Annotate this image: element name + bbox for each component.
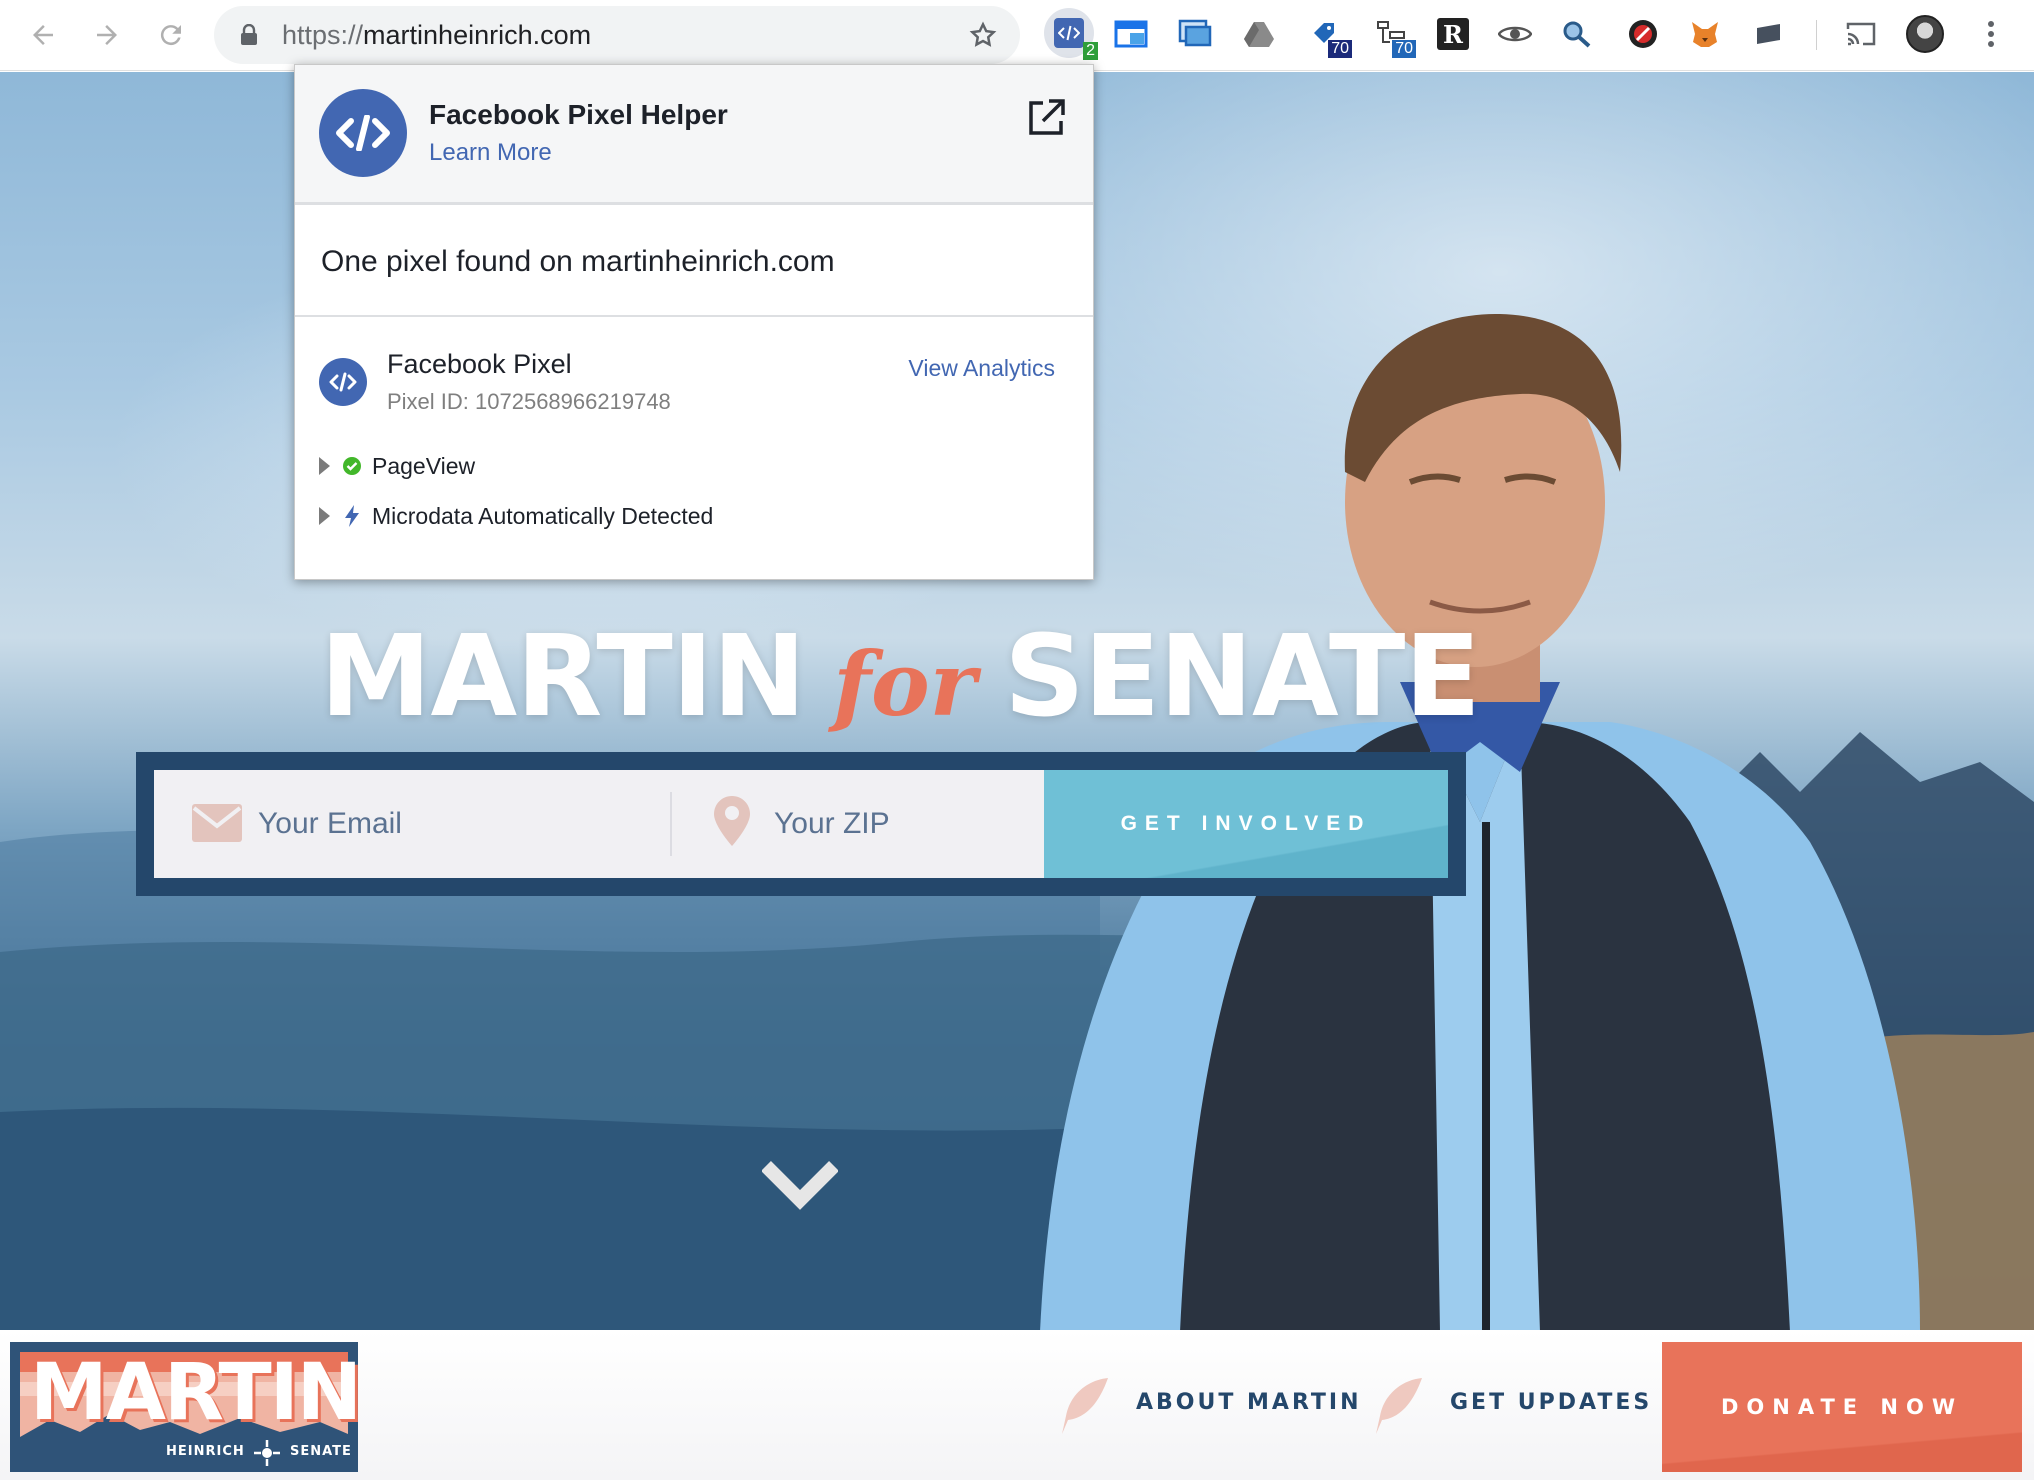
- chevron-down-icon[interactable]: [762, 1158, 838, 1212]
- r-logo-icon: R: [1437, 18, 1469, 50]
- pixel-logo: [319, 358, 367, 406]
- kebab-menu-icon: [1988, 21, 1994, 47]
- cast-icon: [1846, 22, 1876, 46]
- browser-menu-button[interactable]: [1970, 12, 2012, 56]
- pixel-summary-row: One pixel found on martinheinrich.com: [295, 207, 1093, 317]
- back-button[interactable]: [22, 14, 64, 56]
- lightning-icon: [345, 505, 359, 527]
- feather-icon: [1376, 1378, 1422, 1434]
- about-martin-link[interactable]: ABOUT MARTIN: [1136, 1390, 1362, 1415]
- event-label: Microdata Automatically Detected: [372, 502, 714, 529]
- event-label: PageView: [372, 452, 476, 479]
- event-row-pageview[interactable]: PageView: [319, 449, 475, 483]
- email-icon: [192, 804, 242, 842]
- extension-window-icon[interactable]: [1110, 12, 1152, 56]
- headline-for: for: [833, 632, 977, 736]
- popup-header: Facebook Pixel Helper Learn More: [295, 65, 1093, 205]
- pixel-helper-popup: Facebook Pixel Helper Learn More One pix…: [294, 64, 1094, 580]
- extension-badge: 2: [1083, 42, 1098, 60]
- url-text[interactable]: https://martinheinrich.com: [282, 20, 591, 51]
- blocker-extension-icon[interactable]: [1622, 12, 1664, 56]
- star-icon[interactable]: [968, 20, 998, 50]
- browser-toolbar: https://martinheinrich.com 2 70 70 R: [0, 0, 2034, 71]
- view-analytics-link[interactable]: View Analytics: [908, 355, 1055, 382]
- eye-icon[interactable]: [1494, 12, 1536, 56]
- code-icon: [1054, 18, 1084, 48]
- extension-badge: 70: [1392, 40, 1416, 58]
- magnifier-extension-icon[interactable]: [1556, 12, 1598, 56]
- popup-title: Facebook Pixel Helper: [429, 99, 728, 130]
- check-circle-icon: [343, 457, 361, 475]
- forward-button[interactable]: [86, 14, 128, 56]
- get-involved-button[interactable]: GET INVOLVED: [1044, 770, 1448, 878]
- logo-subtitle-left: HEINRICH: [166, 1444, 245, 1459]
- signup-form: GET INVOLVED: [136, 752, 1466, 896]
- reload-button[interactable]: [150, 14, 192, 56]
- email-field[interactable]: [238, 770, 658, 878]
- drive-icon[interactable]: [1238, 12, 1280, 56]
- tab-extension-icon[interactable]: [1748, 12, 1790, 56]
- toolbar-divider: [1816, 20, 1817, 50]
- extension-badge: 70: [1328, 40, 1352, 58]
- headline-senate: SENATE: [1004, 612, 1481, 742]
- pixel-helper-logo: [319, 89, 407, 177]
- feather-icon: [1062, 1378, 1108, 1434]
- external-link-icon[interactable]: [1027, 99, 1065, 137]
- location-pin-icon: [714, 796, 750, 846]
- field-divider: [670, 792, 672, 856]
- get-updates-link[interactable]: GET UPDATES: [1450, 1390, 1652, 1415]
- logo-subtitle-right: SENATE: [290, 1444, 352, 1459]
- cast-button[interactable]: [1840, 12, 1882, 56]
- headline-martin: MARTIN: [320, 612, 806, 742]
- zip-field[interactable]: [754, 770, 1054, 878]
- expand-arrow-icon[interactable]: [319, 457, 330, 475]
- code-icon: [329, 372, 357, 392]
- pixel-name: Facebook Pixel: [387, 349, 572, 379]
- learn-more-link[interactable]: Learn More: [429, 139, 552, 167]
- reload-icon: [160, 25, 181, 46]
- donate-now-button[interactable]: DONATE NOW: [1662, 1342, 2022, 1472]
- signup-form-inner: GET INVOLVED: [154, 770, 1448, 878]
- site-navigation: MARTIN HEINRICH SENATE ABOUT MARTIN GET …: [0, 1330, 2034, 1480]
- address-bar[interactable]: https://martinheinrich.com: [214, 6, 1020, 64]
- event-row-microdata[interactable]: Microdata Automatically Detected: [319, 499, 713, 533]
- zia-sun-icon: [254, 1440, 280, 1466]
- lock-icon: [241, 24, 257, 45]
- site-logo[interactable]: MARTIN HEINRICH SENATE: [10, 1342, 358, 1472]
- extension-screenshot-icon[interactable]: [1174, 12, 1216, 56]
- pixel-summary-text: One pixel found on martinheinrich.com: [321, 245, 835, 278]
- hero-headline: MARTIN for SENATE: [320, 612, 1481, 742]
- pixel-id: Pixel ID: 1072568966219748: [387, 389, 671, 414]
- back-icon: [33, 25, 53, 45]
- pixel-helper-extension[interactable]: 2: [1044, 8, 1098, 60]
- expand-arrow-icon[interactable]: [319, 507, 330, 525]
- readability-extension[interactable]: R: [1432, 12, 1474, 56]
- avatar: [1906, 15, 1944, 53]
- forward-icon: [97, 25, 117, 45]
- profile-avatar[interactable]: [1904, 12, 1946, 56]
- logo-title: MARTIN: [30, 1348, 358, 1438]
- code-icon: [336, 115, 390, 151]
- extension-tag-icon[interactable]: 70: [1306, 12, 1352, 58]
- extension-structure-icon[interactable]: 70: [1370, 12, 1416, 58]
- fox-extension-icon[interactable]: [1684, 12, 1726, 56]
